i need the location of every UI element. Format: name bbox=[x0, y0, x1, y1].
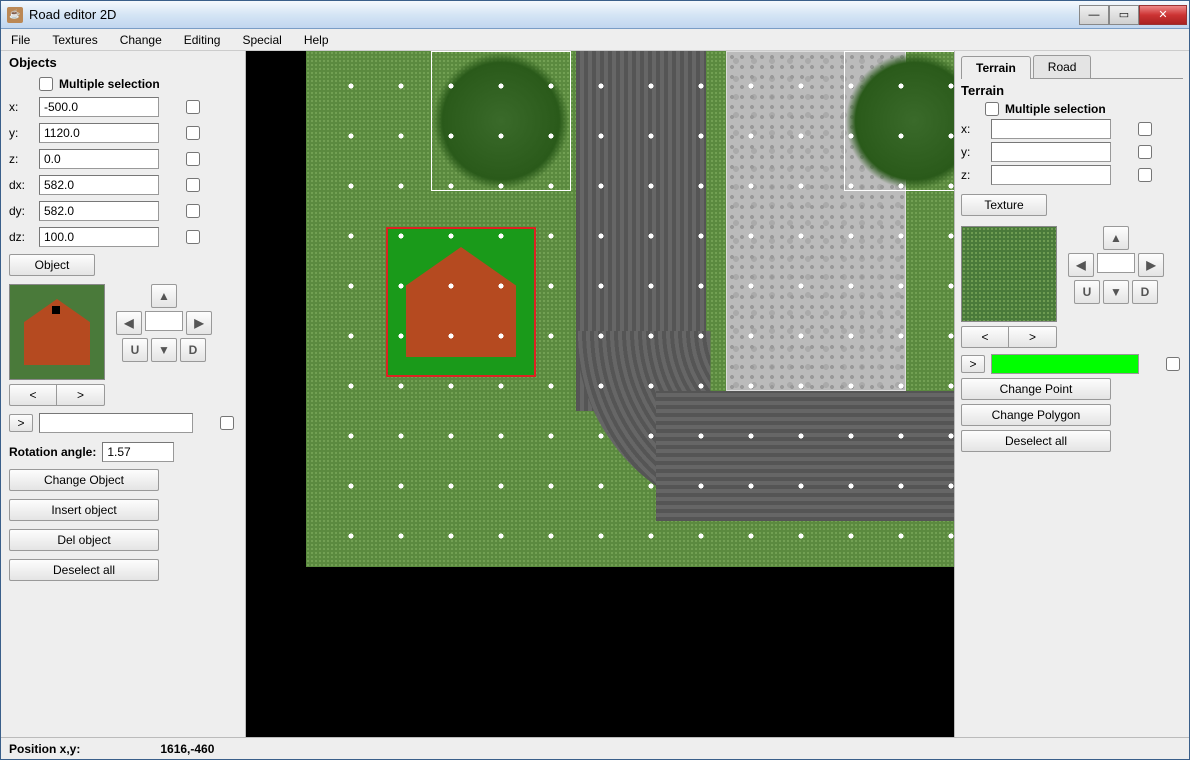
y-lock[interactable] bbox=[186, 126, 200, 140]
z-lock[interactable] bbox=[186, 152, 200, 166]
tnav-d-button[interactable]: D bbox=[1132, 280, 1158, 304]
dx-input[interactable] bbox=[39, 175, 159, 195]
y-input[interactable] bbox=[39, 123, 159, 143]
dy-input[interactable] bbox=[39, 201, 159, 221]
ty-lock[interactable] bbox=[1138, 145, 1152, 159]
dx-label: dx: bbox=[9, 178, 33, 192]
terrain-section-title: Terrain bbox=[961, 83, 1183, 98]
object-thumbnail bbox=[9, 284, 105, 380]
menubar: File Textures Change Editing Special Hel… bbox=[1, 29, 1189, 51]
insert-object-button[interactable]: Insert object bbox=[9, 499, 159, 521]
color-swatch[interactable] bbox=[991, 354, 1139, 374]
tx-input[interactable] bbox=[991, 119, 1111, 139]
tx-label: x: bbox=[961, 122, 985, 136]
statusbar: Position x,y: 1616,-460 bbox=[1, 737, 1189, 759]
window-title: Road editor 2D bbox=[29, 7, 1079, 22]
z-label: z: bbox=[9, 152, 33, 166]
z-input[interactable] bbox=[39, 149, 159, 169]
texture-prev-button[interactable]: < bbox=[961, 326, 1009, 348]
color-lock[interactable] bbox=[1166, 357, 1180, 371]
tz-label: z: bbox=[961, 168, 985, 182]
multiple-selection-checkbox[interactable] bbox=[39, 77, 53, 91]
object-name-input[interactable] bbox=[39, 413, 193, 433]
dy-lock[interactable] bbox=[186, 204, 200, 218]
dz-label: dz: bbox=[9, 230, 33, 244]
menu-textures[interactable]: Textures bbox=[46, 31, 103, 49]
ty-label: y: bbox=[961, 145, 985, 159]
nav-left-button[interactable]: ◀ bbox=[116, 311, 142, 335]
menu-special[interactable]: Special bbox=[236, 31, 287, 49]
dy-label: dy: bbox=[9, 204, 33, 218]
close-button[interactable]: ✕ bbox=[1139, 5, 1187, 25]
change-point-button[interactable]: Change Point bbox=[961, 378, 1111, 400]
menu-editing[interactable]: Editing bbox=[178, 31, 227, 49]
maximize-button[interactable]: ▭ bbox=[1109, 5, 1139, 25]
texture-button[interactable]: Texture bbox=[961, 194, 1047, 216]
objects-title: Objects bbox=[9, 55, 237, 70]
canvas[interactable] bbox=[246, 51, 954, 737]
terrain-multiple-selection-label: Multiple selection bbox=[1005, 102, 1106, 116]
texture-thumbnail bbox=[961, 226, 1057, 322]
tz-input[interactable] bbox=[991, 165, 1111, 185]
tnav-up-button[interactable]: ▲ bbox=[1103, 226, 1129, 250]
nav-right-button[interactable]: ▶ bbox=[186, 311, 212, 335]
tnav-u-button[interactable]: U bbox=[1074, 280, 1100, 304]
titlebar: ☕ Road editor 2D — ▭ ✕ bbox=[1, 1, 1189, 29]
app-icon: ☕ bbox=[7, 7, 23, 23]
dz-input[interactable] bbox=[39, 227, 159, 247]
tnav-right-button[interactable]: ▶ bbox=[1138, 253, 1164, 277]
texture-next-button[interactable]: > bbox=[1009, 326, 1057, 348]
terrain-deselect-all-button[interactable]: Deselect all bbox=[961, 430, 1111, 452]
object-button[interactable]: Object bbox=[9, 254, 95, 276]
menu-help[interactable]: Help bbox=[298, 31, 335, 49]
del-object-button[interactable]: Del object bbox=[9, 529, 159, 551]
change-object-button[interactable]: Change Object bbox=[9, 469, 159, 491]
change-polygon-button[interactable]: Change Polygon bbox=[961, 404, 1111, 426]
x-input[interactable] bbox=[39, 97, 159, 117]
dz-lock[interactable] bbox=[186, 230, 200, 244]
menu-file[interactable]: File bbox=[5, 31, 36, 49]
tnav-step-input[interactable] bbox=[1097, 253, 1135, 273]
status-value: 1616,-460 bbox=[160, 742, 214, 756]
dx-lock[interactable] bbox=[186, 178, 200, 192]
terrain-multiple-selection-checkbox[interactable] bbox=[985, 102, 999, 116]
color-prefix-button[interactable]: > bbox=[961, 355, 985, 373]
terrain-panel: Terrain Road Terrain Multiple selection … bbox=[954, 51, 1189, 737]
nav-down-button[interactable]: ▼ bbox=[151, 338, 177, 362]
y-label: y: bbox=[9, 126, 33, 140]
tz-lock[interactable] bbox=[1138, 168, 1152, 182]
multiple-selection-label: Multiple selection bbox=[59, 77, 160, 91]
nav-up-button[interactable]: ▲ bbox=[151, 284, 177, 308]
nav-u-button[interactable]: U bbox=[122, 338, 148, 362]
status-label: Position x,y: bbox=[9, 742, 80, 756]
tnav-down-button[interactable]: ▼ bbox=[1103, 280, 1129, 304]
tx-lock[interactable] bbox=[1138, 122, 1152, 136]
rotation-label: Rotation angle: bbox=[9, 445, 96, 459]
tab-road[interactable]: Road bbox=[1033, 55, 1092, 78]
nav-d-button[interactable]: D bbox=[180, 338, 206, 362]
objects-panel: Objects Multiple selection x: y: z: dx: … bbox=[1, 51, 246, 737]
menu-change[interactable]: Change bbox=[114, 31, 168, 49]
tab-terrain[interactable]: Terrain bbox=[961, 56, 1031, 79]
tnav-left-button[interactable]: ◀ bbox=[1068, 253, 1094, 277]
minimize-button[interactable]: — bbox=[1079, 5, 1109, 25]
object-name-lock[interactable] bbox=[220, 416, 234, 430]
arrow-prefix-button[interactable]: > bbox=[9, 414, 33, 432]
nav-step-input[interactable] bbox=[145, 311, 183, 331]
x-lock[interactable] bbox=[186, 100, 200, 114]
rotation-input[interactable] bbox=[102, 442, 174, 462]
ty-input[interactable] bbox=[991, 142, 1111, 162]
deselect-all-button[interactable]: Deselect all bbox=[9, 559, 159, 581]
thumb-prev-button[interactable]: < bbox=[9, 384, 57, 406]
thumb-next-button[interactable]: > bbox=[57, 384, 105, 406]
x-label: x: bbox=[9, 100, 33, 114]
